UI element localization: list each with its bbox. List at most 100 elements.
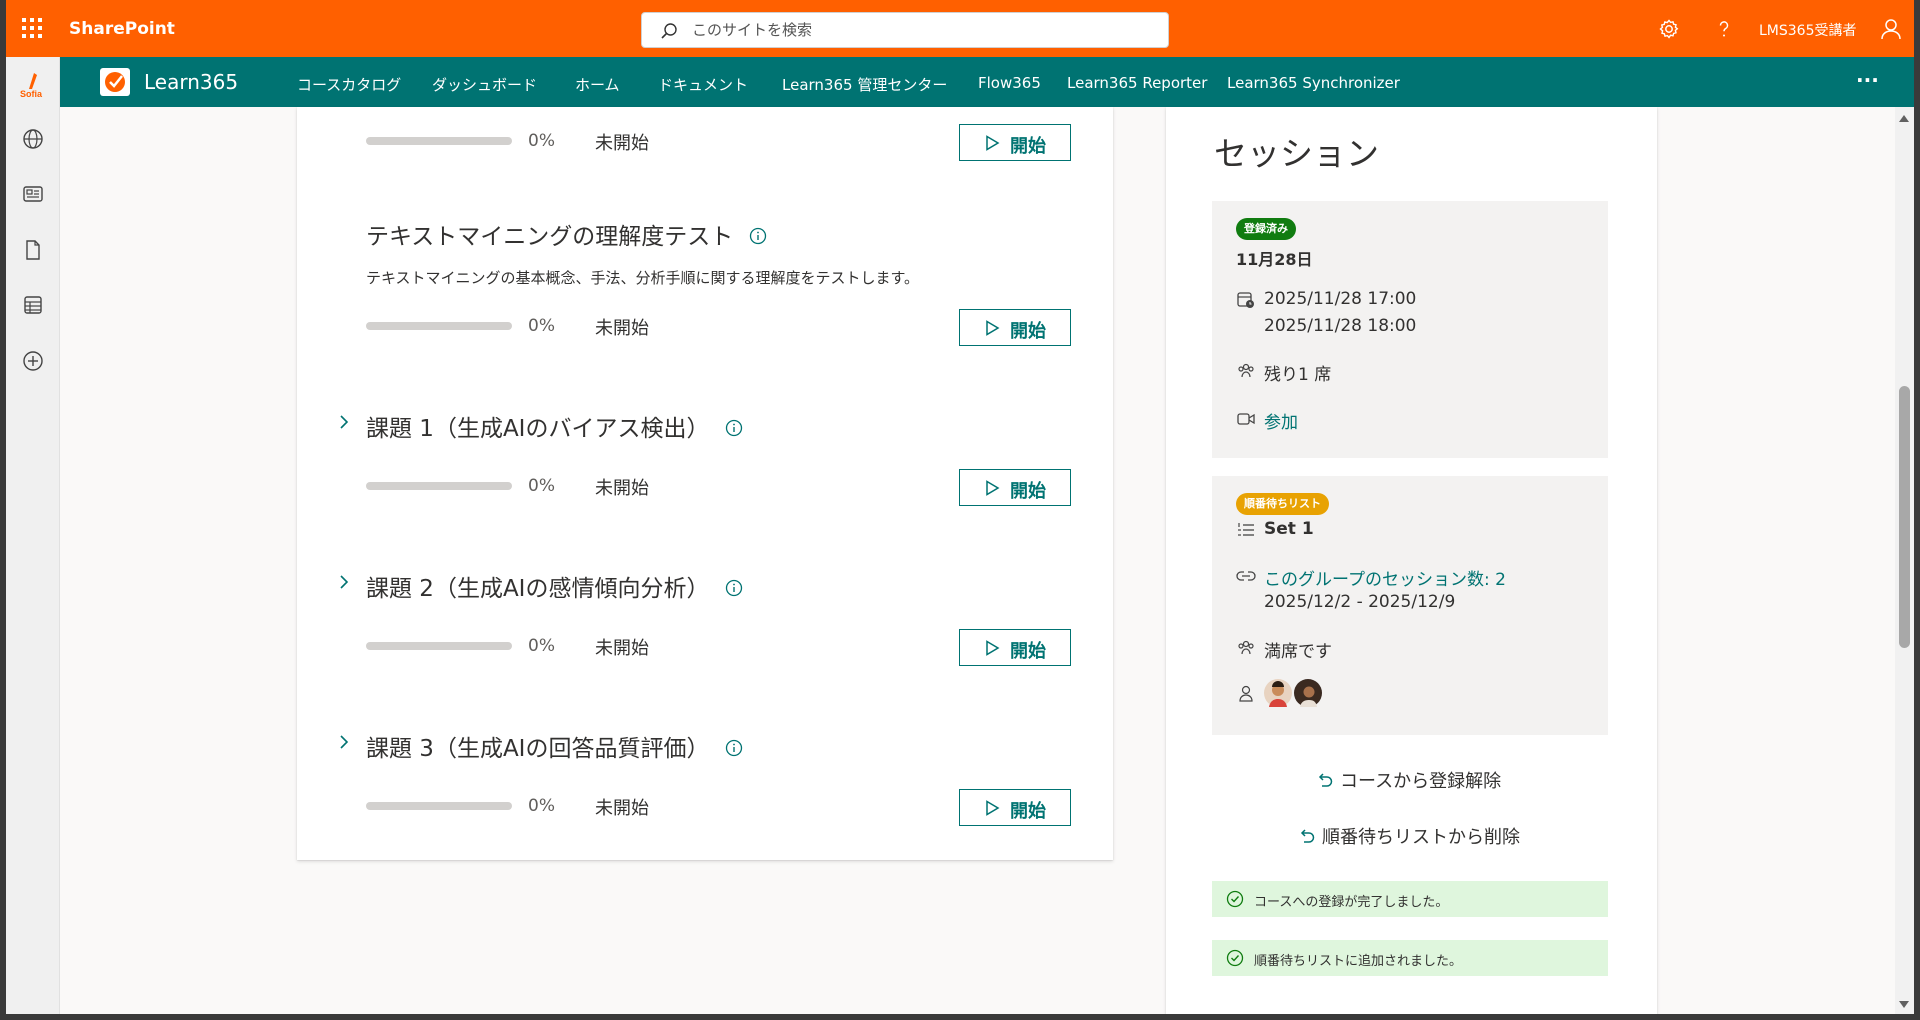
session-end-time: 2025/11/28 18:00 bbox=[1264, 316, 1417, 336]
success-message: 順番待ちリストに追加されました。 bbox=[1212, 940, 1608, 976]
info-icon[interactable] bbox=[749, 227, 767, 245]
avatar-person-icon bbox=[1269, 681, 1287, 707]
nav-reporter[interactable]: Learn365 Reporter bbox=[1067, 74, 1207, 92]
sofia-logo[interactable]: Sofia bbox=[18, 71, 48, 101]
progress-bar bbox=[366, 137, 512, 145]
help-icon[interactable] bbox=[1712, 17, 1736, 41]
user-name[interactable]: LMS365受講者 bbox=[1759, 20, 1857, 40]
session-panel: セッション 登録済み 11月28日 2025/11/28 17:00 2025/… bbox=[1166, 107, 1657, 1014]
chevron-right-icon[interactable] bbox=[338, 732, 350, 752]
check-circle-icon bbox=[1226, 890, 1244, 908]
item-title[interactable]: 課題 1（生成AIのバイアス検出） bbox=[366, 416, 709, 442]
item-title[interactable]: テキストマイニングの理解度テスト bbox=[366, 224, 733, 250]
session-start-time: 2025/11/28 17:00 bbox=[1264, 289, 1417, 309]
site-search-box[interactable] bbox=[641, 12, 1169, 48]
item-title-row: 課題 1（生成AIのバイアス検出） bbox=[366, 409, 743, 443]
search-icon bbox=[661, 23, 677, 39]
user-avatar-icon[interactable] bbox=[1879, 17, 1903, 41]
nav-documents[interactable]: ドキュメント bbox=[658, 74, 748, 95]
learn365-logo[interactable] bbox=[100, 68, 130, 96]
join-link[interactable]: 参加 bbox=[1264, 408, 1298, 433]
start-button-label: 開始 bbox=[1010, 801, 1046, 821]
item-description: テキストマイニングの基本概念、手法、分析手順に関する理解度をテストします。 bbox=[366, 269, 920, 287]
info-icon[interactable] bbox=[725, 579, 743, 597]
unenroll-course-button[interactable]: コースから登録解除 bbox=[1316, 767, 1501, 793]
calendar-clock-icon bbox=[1237, 292, 1254, 308]
document-icon[interactable] bbox=[21, 238, 45, 262]
link-icon bbox=[1236, 571, 1256, 581]
avatar[interactable] bbox=[1294, 679, 1322, 707]
group-sessions-link[interactable]: このグループのセッション数: 2 bbox=[1264, 565, 1506, 590]
nav-synchronizer[interactable]: Learn365 Synchronizer bbox=[1227, 74, 1400, 92]
waitlist-date-range: 2025/12/2 - 2025/12/9 bbox=[1264, 592, 1456, 612]
chevron-right-icon[interactable] bbox=[338, 572, 350, 592]
globe-icon[interactable] bbox=[21, 127, 45, 151]
people-icon bbox=[1238, 640, 1254, 655]
scrollbar-thumb[interactable] bbox=[1899, 386, 1910, 648]
nav-admin-center[interactable]: Learn365 管理センター bbox=[782, 74, 947, 95]
numbered-list-icon bbox=[1238, 523, 1254, 536]
news-icon[interactable] bbox=[21, 182, 45, 206]
nav-dashboard[interactable]: ダッシュボード bbox=[432, 74, 537, 95]
learn365-logo-icon bbox=[105, 72, 125, 92]
search-input[interactable] bbox=[692, 13, 1152, 47]
start-button[interactable]: 開始 bbox=[959, 629, 1071, 666]
waitlist-set-name: Set 1 bbox=[1264, 519, 1314, 539]
more-options-icon[interactable]: ··· bbox=[1856, 68, 1879, 92]
suite-bar: SharePoint LMS365受講者 bbox=[6, 0, 1914, 57]
start-button[interactable]: 開始 bbox=[959, 789, 1071, 826]
seats-remaining: 残り1 席 bbox=[1264, 365, 1332, 385]
success-message-text: 順番待ちリストに追加されました。 bbox=[1254, 954, 1463, 969]
hub-site-title[interactable]: Learn365 bbox=[144, 70, 238, 94]
status-text: 未開始 bbox=[595, 478, 649, 499]
play-icon bbox=[986, 135, 1000, 151]
start-button[interactable]: 開始 bbox=[959, 309, 1071, 346]
start-button[interactable]: 開始 bbox=[959, 124, 1071, 161]
enrolled-session-box: 登録済み 11月28日 2025/11/28 17:00 2025/11/28 … bbox=[1212, 201, 1608, 458]
item-title[interactable]: 課題 3（生成AIの回答品質評価） bbox=[366, 736, 709, 762]
nav-flow365[interactable]: Flow365 bbox=[978, 74, 1041, 92]
page-scrollbar[interactable] bbox=[1895, 107, 1914, 1014]
app-launcher-icon[interactable] bbox=[21, 17, 43, 39]
enrolled-badge: 登録済み bbox=[1236, 218, 1296, 240]
progress-percent: 0% bbox=[528, 796, 555, 816]
start-button[interactable]: 開始 bbox=[959, 469, 1071, 506]
play-icon bbox=[986, 800, 1000, 816]
nav-home[interactable]: ホーム bbox=[575, 74, 620, 95]
scroll-down-arrow-icon[interactable] bbox=[1899, 1001, 1909, 1008]
progress-percent: 0% bbox=[528, 131, 555, 151]
start-button-label: 開始 bbox=[1010, 641, 1046, 661]
status-text: 未開始 bbox=[595, 638, 649, 659]
info-icon[interactable] bbox=[725, 739, 743, 757]
nav-course-catalog[interactable]: コースカタログ bbox=[297, 74, 401, 95]
start-button-label: 開始 bbox=[1010, 321, 1046, 341]
waitlist-session-box: 順番待ちリスト Set 1 このグループのセッション数: 2 2025/12/2… bbox=[1212, 476, 1608, 735]
list-icon[interactable] bbox=[21, 293, 45, 317]
scroll-up-arrow-icon[interactable] bbox=[1899, 115, 1909, 122]
play-icon bbox=[986, 320, 1000, 336]
chevron-right-icon[interactable] bbox=[338, 412, 350, 432]
play-icon bbox=[986, 640, 1000, 656]
progress-bar bbox=[366, 802, 512, 810]
start-button-label: 開始 bbox=[1010, 136, 1046, 156]
info-icon[interactable] bbox=[725, 419, 743, 437]
status-text: 未開始 bbox=[595, 318, 649, 339]
success-message: コースへの登録が完了しました。 bbox=[1212, 881, 1608, 917]
sharepoint-title[interactable]: SharePoint bbox=[69, 19, 175, 39]
progress-percent: 0% bbox=[528, 476, 555, 496]
remove-waitlist-label: 順番待ちリストから削除 bbox=[1322, 827, 1520, 848]
add-circle-icon[interactable] bbox=[21, 349, 45, 373]
undo-icon bbox=[1318, 773, 1333, 787]
session-panel-title: セッション bbox=[1214, 134, 1379, 173]
settings-gear-icon[interactable] bbox=[1657, 17, 1681, 41]
progress-percent: 0% bbox=[528, 316, 555, 336]
progress-percent: 0% bbox=[528, 636, 555, 656]
item-title-row: 課題 2（生成AIの感情傾向分析） bbox=[366, 569, 743, 603]
item-title-row: 課題 3（生成AIの回答品質評価） bbox=[366, 729, 743, 763]
check-circle-icon bbox=[1226, 949, 1244, 967]
avatar[interactable] bbox=[1264, 679, 1292, 707]
status-text: 未開始 bbox=[595, 133, 649, 154]
item-title[interactable]: 課題 2（生成AIの感情傾向分析） bbox=[366, 576, 709, 602]
remove-waitlist-button[interactable]: 順番待ちリストから削除 bbox=[1298, 823, 1520, 849]
full-status: 満席です bbox=[1264, 642, 1332, 662]
